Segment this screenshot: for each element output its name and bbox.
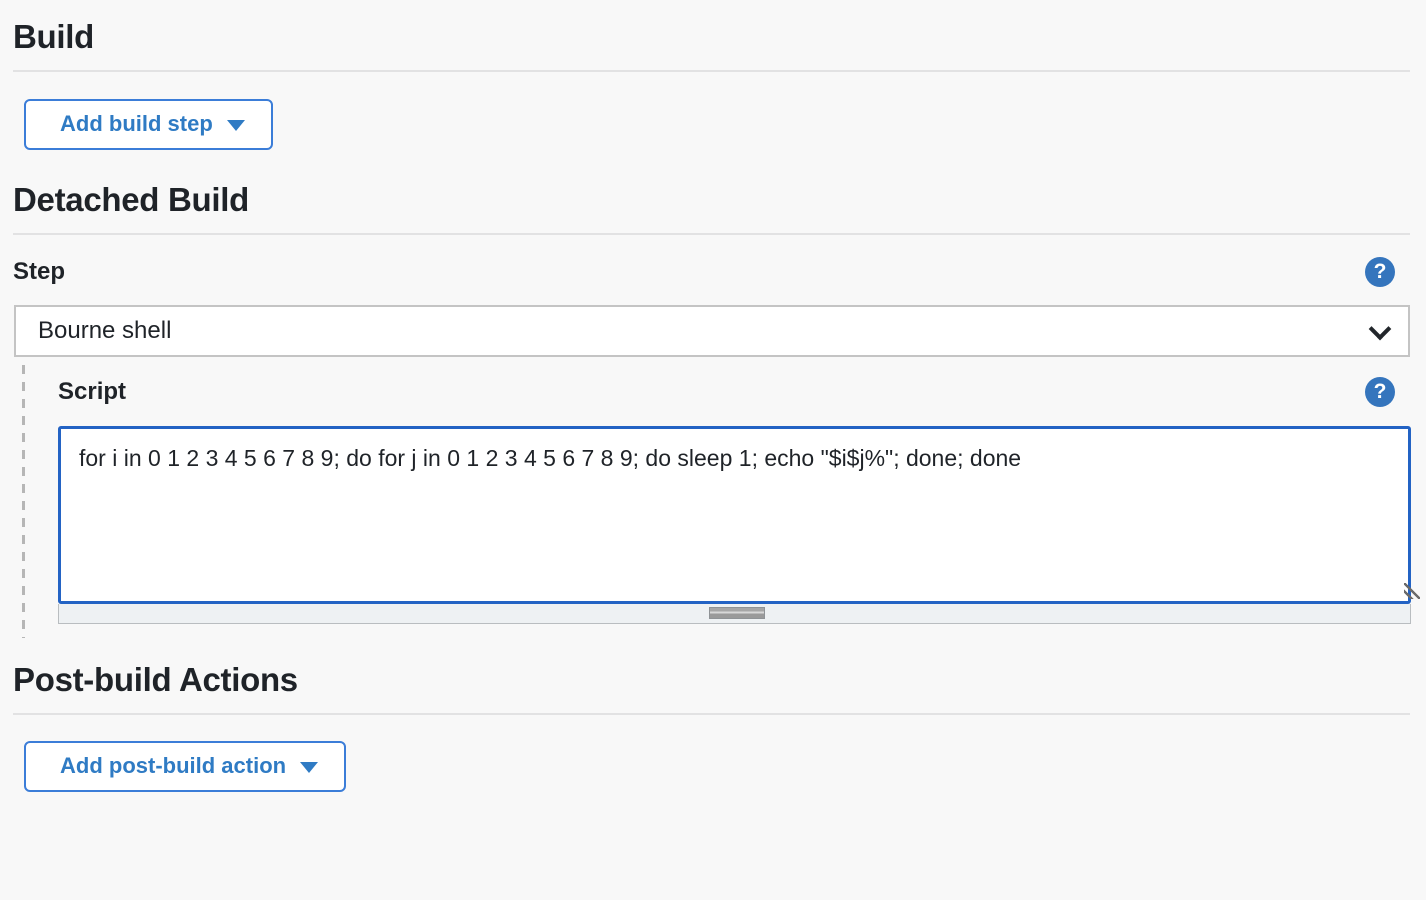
detached-build-section: Detached Build Step ? Bourne shell Scrip… [0, 150, 1426, 638]
step-type-selected-value: Bourne shell [38, 316, 172, 344]
script-textarea-wrapper [58, 425, 1426, 604]
add-build-step-label: Add build step [60, 110, 213, 136]
nesting-guide-line [22, 364, 25, 638]
step-field-row: Step ? [13, 256, 1395, 287]
post-build-actions-section: Post-build Actions Add post-build action [0, 638, 1426, 792]
script-field-label: Script [58, 377, 127, 405]
detached-build-section-divider [13, 232, 1410, 235]
detached-build-section-title: Detached Build [13, 180, 250, 218]
script-horizontal-scrollbar[interactable] [58, 603, 1411, 624]
add-build-step-button[interactable]: Add build step [24, 98, 273, 150]
build-section-title: Build [13, 18, 94, 55]
step-field-label: Step [13, 257, 66, 285]
post-build-section-title: Post-build Actions [13, 660, 298, 698]
help-question-icon[interactable]: ? [1365, 376, 1395, 407]
help-question-icon[interactable]: ? [1365, 256, 1395, 287]
script-nested-block: Script ? [0, 364, 1426, 638]
scrollbar-thumb[interactable] [709, 606, 765, 619]
script-textarea[interactable] [58, 425, 1411, 604]
chevron-down-icon [300, 761, 319, 773]
job-config-build-page: Build Add build step Detached Build Step… [0, 0, 1426, 900]
step-type-select[interactable]: Bourne shell [14, 304, 1410, 357]
script-field-row: Script ? [58, 365, 1395, 407]
add-post-build-action-label: Add post-build action [60, 752, 287, 778]
build-section: Build Add build step [0, 0, 1426, 150]
add-post-build-action-button[interactable]: Add post-build action [24, 740, 347, 792]
chevron-down-icon [226, 119, 245, 131]
chevron-down-icon [1368, 317, 1392, 341]
